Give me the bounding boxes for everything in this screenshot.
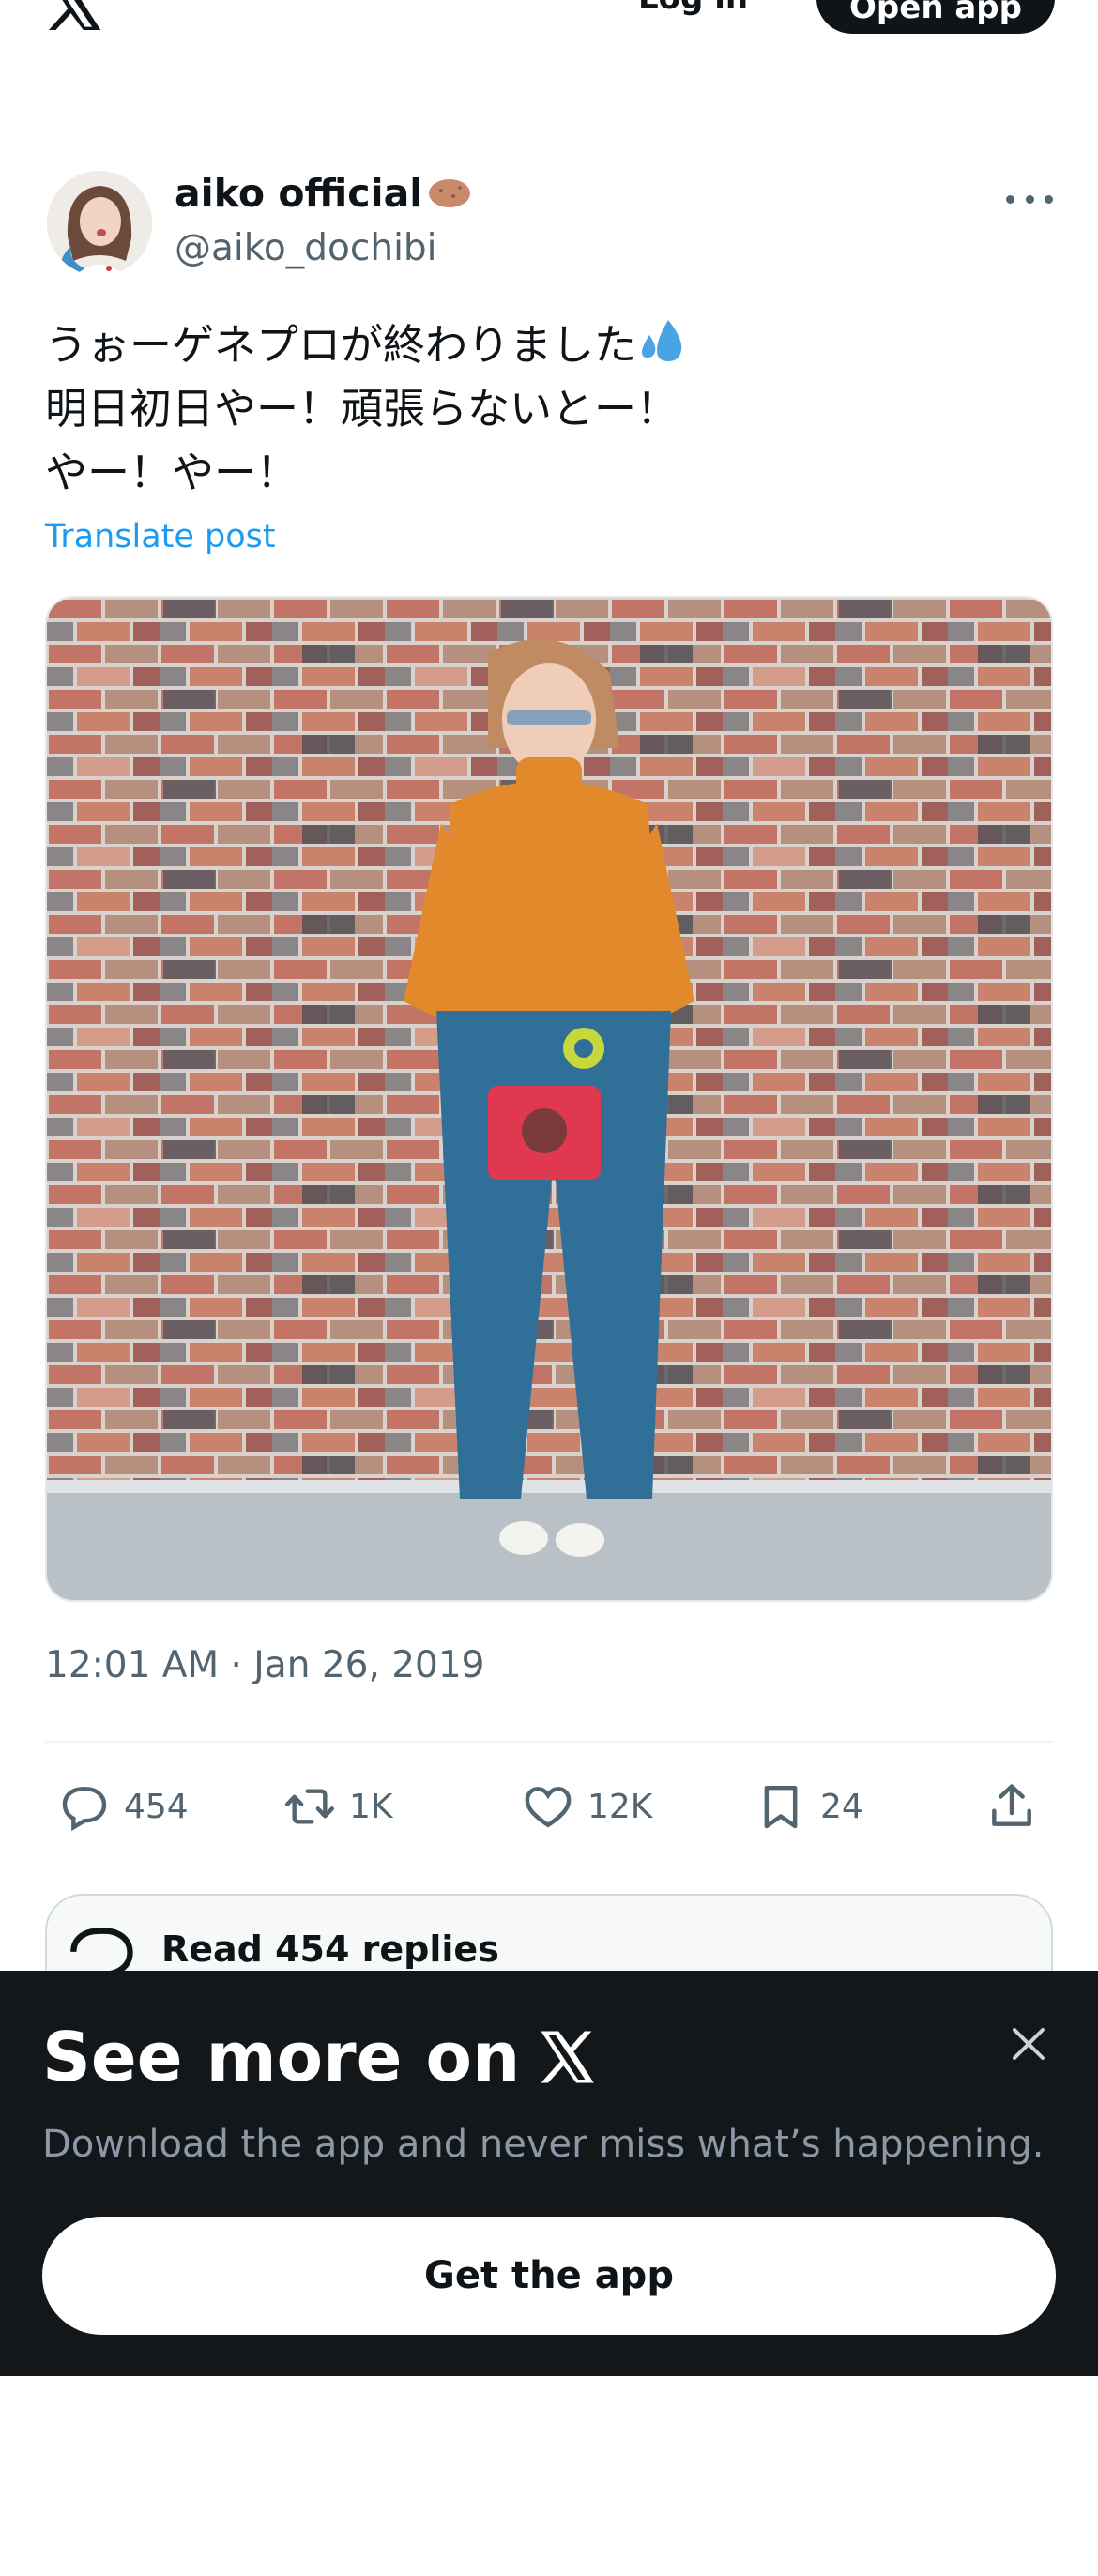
x-logo-icon xyxy=(541,2031,594,2083)
sheet-title-text: See more on xyxy=(42,2018,521,2096)
more-options-icon[interactable] xyxy=(1006,180,1053,218)
share-button[interactable] xyxy=(985,1774,1038,1839)
reply-button[interactable]: 454 xyxy=(58,1774,189,1839)
tweet-line-3: やー！やー！ xyxy=(45,448,299,497)
repost-count: 1K xyxy=(349,1787,393,1826)
tweet-line-2: 明日初日やー！頑張らないとー！ xyxy=(45,384,679,434)
post-timestamp[interactable]: 12:01 AM · Jan 26, 2019 xyxy=(45,1644,485,1686)
post-photo[interactable] xyxy=(45,596,1053,1602)
potato-emoji-icon xyxy=(429,179,471,207)
reply-icon xyxy=(62,1787,107,1832)
author-name-text[interactable]: aiko official xyxy=(175,171,422,216)
sheet-subtitle: Download the app and never miss what’s h… xyxy=(42,2123,1045,2166)
bookmark-count: 24 xyxy=(820,1787,863,1826)
author-handle[interactable]: @aiko_dochibi xyxy=(175,227,437,269)
like-count: 12K xyxy=(587,1787,653,1826)
translate-post-link[interactable]: Translate post xyxy=(45,518,276,556)
avatar[interactable] xyxy=(47,171,152,276)
repost-icon xyxy=(284,1789,335,1824)
heart-icon xyxy=(525,1787,572,1828)
author-name[interactable]: aiko official xyxy=(175,171,473,216)
like-button[interactable]: 12K xyxy=(522,1774,652,1839)
bookmark-icon xyxy=(764,1785,798,1829)
sheet-title: See more on xyxy=(42,2018,595,2096)
tweet-text: うぉーゲネプロが終わりました 明日初日やー！頑張らないとー！ やー！やー！ xyxy=(45,313,1059,505)
share-icon xyxy=(992,1784,1031,1826)
repost-button[interactable]: 1K xyxy=(283,1774,393,1839)
top-bar: Log in Open app xyxy=(0,0,1098,56)
sweat-droplets-icon xyxy=(642,320,682,361)
tweet-line-1: うぉーゲネプロが終わりました xyxy=(45,313,1059,377)
divider xyxy=(45,1741,1053,1743)
login-link[interactable]: Log in xyxy=(638,0,748,17)
get-the-app-button[interactable]: Get the app xyxy=(42,2217,1056,2335)
bookmark-button[interactable]: 24 xyxy=(755,1774,863,1839)
x-logo-icon[interactable] xyxy=(45,0,103,30)
open-app-button[interactable]: Open app xyxy=(816,0,1055,34)
action-bar: 454 1K 12K 24 xyxy=(0,1774,1098,1839)
close-icon[interactable] xyxy=(1010,2025,1047,2063)
read-replies-label[interactable]: Read 454 replies xyxy=(161,1928,499,1970)
reply-count: 454 xyxy=(124,1787,189,1826)
